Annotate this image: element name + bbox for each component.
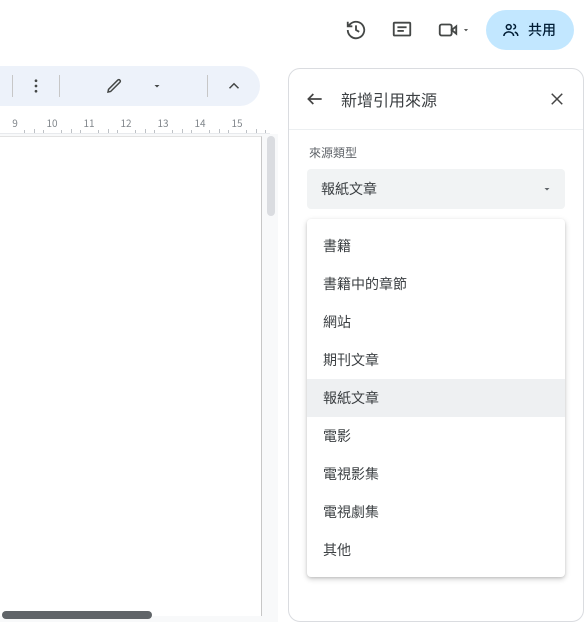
vertical-scrollbar-thumb[interactable] <box>267 136 275 216</box>
document-page[interactable] <box>0 136 262 616</box>
video-icon <box>437 19 459 41</box>
source-type-option[interactable]: 電視劇集 <box>307 493 565 531</box>
ruler-tick <box>246 130 247 133</box>
close-panel-button[interactable] <box>539 81 575 117</box>
source-type-option[interactable]: 書籍 <box>307 227 565 265</box>
caret-down-icon <box>461 25 471 35</box>
ruler-tick <box>108 129 109 133</box>
source-type-option[interactable]: 電視影集 <box>307 455 565 493</box>
ruler-tick <box>43 130 44 133</box>
ruler-tick <box>145 129 146 133</box>
share-label: 共用 <box>528 20 556 40</box>
more-vertical-icon <box>27 77 45 95</box>
ruler-tick <box>117 130 118 133</box>
source-type-label: 來源類型 <box>309 144 565 161</box>
ruler-tick <box>154 130 155 133</box>
ruler-tick <box>98 130 99 133</box>
toolbar-separator <box>12 75 13 97</box>
more-options-button[interactable] <box>21 72 51 100</box>
ruler-tick <box>191 130 192 133</box>
comments-button[interactable] <box>382 10 422 50</box>
toolbar-separator <box>59 75 60 97</box>
source-type-option[interactable]: 書籍中的章節 <box>307 265 565 303</box>
panel-body: 來源類型 報紙文章 <box>289 129 583 209</box>
chevron-up-icon <box>225 77 243 95</box>
ruler-number: 11 <box>83 115 94 130</box>
ruler-tick <box>61 130 62 133</box>
toolbar-separator <box>207 75 208 97</box>
close-icon <box>548 90 566 108</box>
panel-title: 新增引用來源 <box>341 87 531 111</box>
ruler-number: 9 <box>12 115 18 130</box>
horizontal-ruler[interactable]: 9 10 11 12 13 14 15 <box>0 112 270 134</box>
meet-button[interactable] <box>428 10 480 50</box>
ruler-tick <box>182 129 183 133</box>
ruler-number: 15 <box>231 115 242 130</box>
history-button[interactable] <box>336 10 376 50</box>
citation-side-panel: 新增引用來源 來源類型 報紙文章 書籍書籍中的章節網站期刊文章報紙文章電影電視影… <box>288 68 584 622</box>
history-icon <box>345 19 367 41</box>
panel-header: 新增引用來源 <box>289 69 583 129</box>
horizontal-scrollbar[interactable] <box>0 608 264 622</box>
ruler-tick <box>80 130 81 133</box>
source-type-dropdown: 書籍書籍中的章節網站期刊文章報紙文章電影電視影集電視劇集其他 <box>307 219 565 577</box>
horizontal-scrollbar-thumb[interactable] <box>2 611 152 619</box>
ruler-tick <box>34 129 35 133</box>
ruler-number: 14 <box>194 115 205 130</box>
ruler-tick <box>135 130 136 133</box>
source-type-option[interactable]: 報紙文章 <box>307 379 565 417</box>
vertical-scrollbar[interactable] <box>264 134 278 608</box>
ruler-tick <box>24 130 25 133</box>
back-button[interactable] <box>297 81 333 117</box>
ruler-number: 13 <box>157 115 168 130</box>
source-type-option[interactable]: 網站 <box>307 303 565 341</box>
source-type-option[interactable]: 期刊文章 <box>307 341 565 379</box>
source-type-select[interactable]: 報紙文章 <box>307 169 565 209</box>
ruler-tick <box>219 129 220 133</box>
caret-down-icon <box>151 80 163 92</box>
collapse-toolbar-button[interactable] <box>216 72 252 100</box>
formatting-toolbar <box>0 66 260 106</box>
source-type-option[interactable]: 其他 <box>307 531 565 569</box>
share-button[interactable]: 共用 <box>486 10 574 50</box>
ruler-tick <box>172 130 173 133</box>
editing-mode-button[interactable] <box>68 72 199 100</box>
ruler-tick <box>71 129 72 133</box>
ruler-tick <box>209 130 210 133</box>
app-top-bar: 共用 <box>0 0 588 60</box>
arrow-left-icon <box>305 89 325 109</box>
ruler-tick <box>228 130 229 133</box>
ruler-tick <box>256 129 257 133</box>
document-viewport <box>0 134 278 622</box>
pencil-icon <box>105 77 123 95</box>
people-icon <box>502 21 520 39</box>
caret-down-icon <box>541 183 553 195</box>
ruler-tick <box>265 130 266 133</box>
ruler-number: 10 <box>46 115 57 130</box>
ruler-number: 12 <box>120 115 131 130</box>
comment-icon <box>391 19 413 41</box>
source-type-selected-value: 報紙文章 <box>321 179 377 199</box>
source-type-option[interactable]: 電影 <box>307 417 565 455</box>
